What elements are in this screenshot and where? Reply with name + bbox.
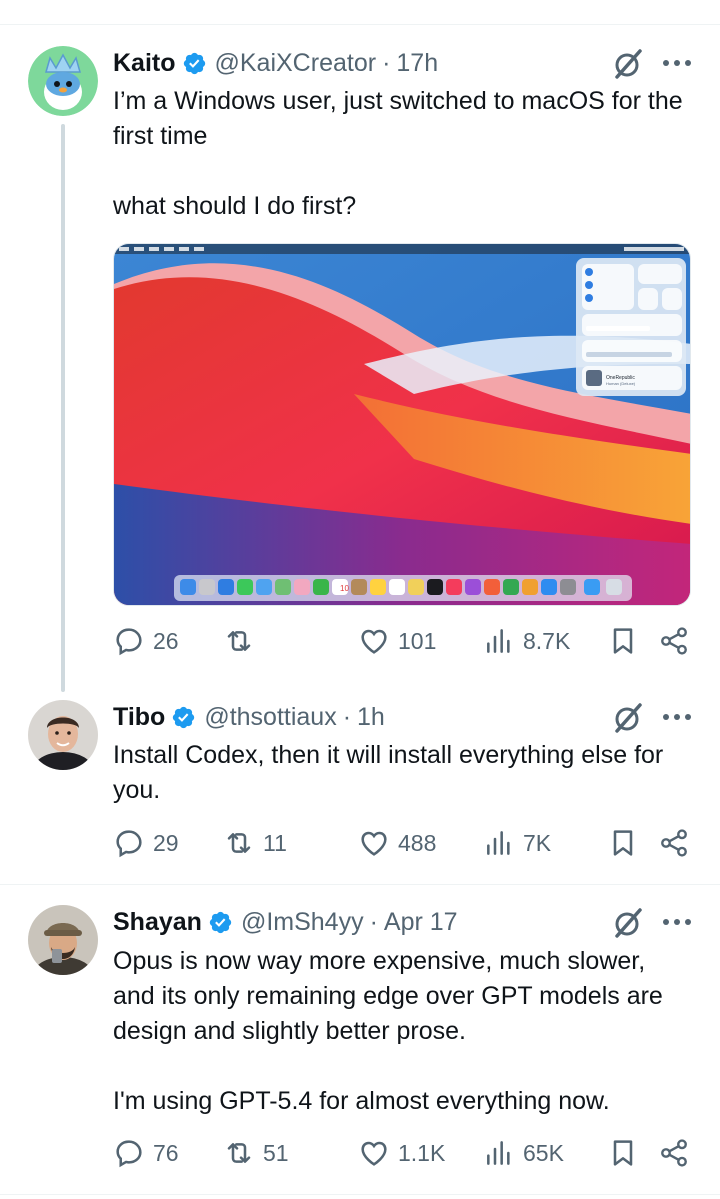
like-count: 1.1K — [398, 1139, 446, 1166]
reply-icon — [116, 1140, 142, 1168]
avatar[interactable] — [28, 46, 98, 116]
like-count: 488 — [398, 829, 437, 856]
tweet-text-line: Opus is now way more expensive, much slo… — [113, 947, 663, 1045]
more-icon[interactable] — [663, 60, 691, 68]
share-button[interactable] — [658, 827, 698, 859]
verified-badge-icon — [182, 51, 207, 76]
like-icon — [361, 629, 387, 654]
action-bar: 29 11 488 7K — [113, 827, 693, 867]
views-count: 65K — [523, 1139, 564, 1166]
like-icon — [361, 831, 387, 856]
separator-dot: · — [369, 907, 378, 936]
tweet-text-line: I'm using GPT-5.4 for almost everything … — [113, 1087, 610, 1115]
grok-icon[interactable] — [612, 907, 644, 939]
more-icon[interactable] — [663, 714, 691, 722]
tweet-header: Shayan @ImSh4yy · Apr 17 — [113, 904, 458, 940]
author-handle[interactable]: @KaiXCreator — [215, 49, 377, 78]
views-button[interactable]: 7K — [483, 827, 551, 859]
tweet-header: Tibo @thsottiaux · 1h — [113, 699, 385, 735]
dock-calendar-date: 10 — [340, 584, 349, 593]
views-button[interactable]: 8.7K — [483, 625, 570, 657]
views-icon — [487, 629, 510, 653]
reply-button[interactable]: 29 — [113, 827, 179, 859]
verified-badge-icon — [208, 910, 233, 935]
tweet-text-line: what should I do first? — [113, 192, 357, 220]
views-count: 8.7K — [523, 627, 571, 654]
like-count: 101 — [398, 627, 437, 654]
reply-count: 26 — [153, 627, 179, 654]
share-button[interactable] — [658, 1137, 698, 1169]
views-count: 7K — [523, 829, 552, 856]
reply-button[interactable]: 76 — [113, 1137, 179, 1169]
repost-button[interactable] — [223, 625, 263, 657]
bookmark-icon — [613, 628, 633, 654]
grok-icon[interactable] — [612, 702, 644, 734]
like-icon — [361, 1141, 387, 1166]
bookmark-button[interactable] — [607, 827, 647, 859]
bookmark-icon — [613, 830, 633, 856]
author-name[interactable]: Kaito — [113, 49, 176, 78]
author-name[interactable]: Shayan — [113, 908, 202, 937]
avatar[interactable] — [28, 905, 98, 975]
timestamp[interactable]: 17h — [396, 49, 438, 78]
like-button[interactable]: 101 — [358, 625, 436, 657]
tweet-text-line: I’m a Windows user, just switched to mac… — [113, 87, 683, 150]
now-playing-subtitle: Human (Deluxe) — [606, 381, 636, 386]
author-handle[interactable]: @thsottiaux — [204, 703, 336, 732]
repost-icon — [227, 833, 251, 853]
views-button[interactable]: 65K — [483, 1137, 564, 1169]
author-handle[interactable]: @ImSh4yy — [241, 908, 364, 937]
verified-badge-icon — [171, 705, 196, 730]
author-name[interactable]: Tibo — [113, 703, 165, 732]
bookmark-icon — [613, 1140, 633, 1166]
tweet-media-image[interactable]: 10 OneRepublic Human (Deluxe) — [113, 243, 691, 606]
avatar[interactable] — [28, 700, 98, 770]
reply-icon — [116, 830, 142, 858]
top-divider — [0, 24, 720, 25]
like-button[interactable]: 488 — [358, 827, 436, 859]
share-button[interactable] — [658, 625, 698, 657]
reply-icon — [116, 628, 142, 656]
share-icon — [661, 627, 687, 655]
tweet-divider — [0, 1194, 720, 1195]
tweet-text-line: Install Codex, then it will install ever… — [113, 741, 664, 804]
reply-count: 76 — [153, 1139, 179, 1166]
grok-icon[interactable] — [612, 48, 644, 80]
tweet-header: Kaito @KaiXCreator · 17h — [113, 45, 438, 81]
repost-icon — [227, 1143, 251, 1163]
separator-dot: · — [342, 702, 352, 731]
tweet-text: Install Codex, then it will install ever… — [113, 738, 693, 808]
repost-icon — [227, 631, 251, 651]
like-button[interactable]: 1.1K — [358, 1137, 445, 1169]
share-icon — [661, 829, 687, 857]
separator-dot: · — [382, 48, 391, 77]
repost-count: 11 — [263, 829, 287, 856]
share-icon — [661, 1139, 687, 1167]
action-bar: 76 51 1.1K 65K — [113, 1137, 693, 1177]
action-bar: 26 101 8.7K — [113, 625, 693, 665]
tweet-text: I’m a Windows user, just switched to mac… — [113, 84, 693, 224]
reply-button[interactable]: 26 — [113, 625, 179, 657]
reply-count: 29 — [153, 829, 179, 856]
bookmark-button[interactable] — [607, 625, 647, 657]
tweet-divider — [0, 884, 720, 885]
views-icon — [487, 1141, 510, 1165]
tweet-text: Opus is now way more expensive, much slo… — [113, 944, 693, 1119]
repost-count: 51 — [263, 1139, 289, 1166]
repost-button[interactable]: 11 — [223, 827, 287, 859]
thread-line — [61, 124, 65, 692]
views-icon — [487, 831, 510, 855]
repost-button[interactable]: 51 — [223, 1137, 289, 1169]
bookmark-button[interactable] — [607, 1137, 647, 1169]
timestamp[interactable]: 1h — [357, 703, 385, 732]
more-icon[interactable] — [663, 919, 691, 927]
timestamp[interactable]: Apr 17 — [384, 908, 458, 937]
